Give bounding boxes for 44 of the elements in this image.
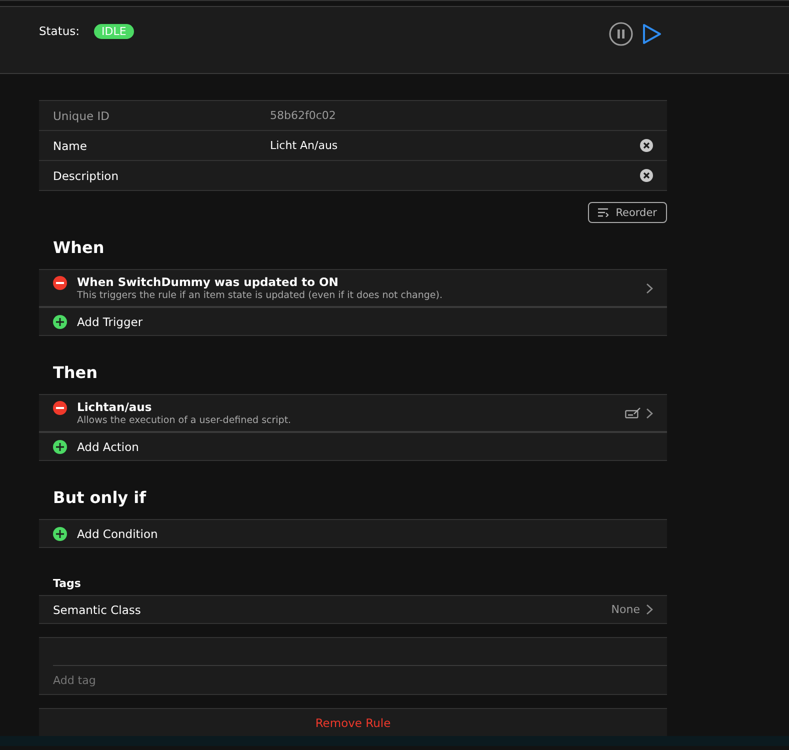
chevron-icon[interactable] — [646, 408, 653, 418]
pause-icon[interactable] — [609, 22, 633, 46]
edit-icon[interactable] — [625, 407, 641, 419]
remove-icon[interactable] — [53, 276, 67, 290]
item-title: Lichtan/aus — [77, 400, 153, 414]
clear-icon[interactable] — [640, 169, 653, 182]
semantic-class-row[interactable]: Semantic Class None — [39, 596, 667, 623]
remove-icon[interactable] — [53, 401, 67, 415]
status-badge: IDLE — [94, 24, 134, 38]
chevron-icon[interactable] — [646, 282, 653, 294]
add-label: Add Action — [77, 440, 139, 454]
field-value: None — [611, 603, 640, 616]
section-heading: When — [52, 237, 106, 259]
add-item[interactable]: Add Trigger — [39, 308, 667, 335]
add-icon — [53, 440, 67, 454]
item-title: When SwitchDummy was updated to ON — [77, 275, 340, 289]
rule-item[interactable]: Lichtan/aus Allows the execution of a user-defined script. — [39, 395, 667, 433]
section-heading: Then — [52, 362, 99, 384]
add-icon — [53, 314, 67, 328]
play-icon[interactable] — [641, 22, 663, 46]
item-description: This triggers the rule if an item state is updated (even if it does not change). — [77, 290, 444, 301]
item-description: Allows the execution of a user-defined script. — [77, 415, 292, 426]
tag-input[interactable]: Add tag — [53, 665, 667, 694]
status-label: Status: — [39, 24, 80, 38]
add-item[interactable]: Add Condition — [39, 520, 667, 547]
chevron-icon[interactable] — [646, 604, 653, 615]
reorder-button[interactable]: Reorder — [588, 202, 667, 223]
add-label: Add Condition — [77, 526, 158, 540]
field-label: Name — [53, 138, 88, 152]
add-label: Add Trigger — [77, 314, 143, 328]
field-label: Unique ID — [53, 108, 110, 122]
field-label: Semantic Class — [53, 602, 142, 616]
field-label: Description — [53, 168, 120, 182]
reorder-icon — [598, 208, 609, 217]
text-field[interactable]: Licht An/aus — [270, 139, 634, 152]
section-heading: But only if — [52, 487, 148, 509]
remove-rule-button[interactable]: Remove Rule — [39, 708, 667, 736]
rule-item[interactable]: When SwitchDummy was updated to ON This triggers the rule if an item state is updated (even if it does not change). — [39, 270, 667, 308]
tag-field[interactable]: Add tag — [39, 637, 667, 695]
add-icon — [53, 526, 67, 540]
add-item[interactable]: Add Action — [39, 433, 667, 460]
field-value: 58b62f0c02 — [270, 109, 336, 122]
clear-icon[interactable] — [640, 139, 653, 152]
tags-heading: Tags — [52, 576, 82, 592]
